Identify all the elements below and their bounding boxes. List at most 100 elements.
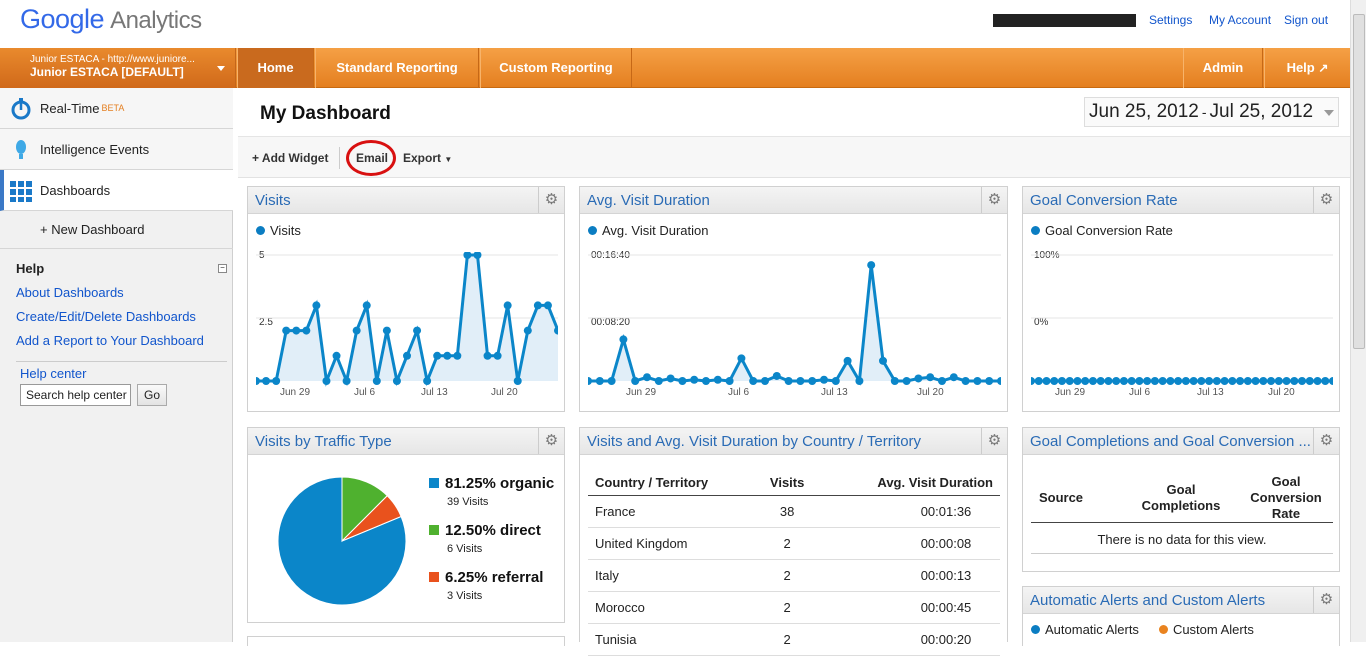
add-widget-button[interactable]: + Add Widget [252, 151, 328, 165]
data-point[interactable] [1096, 377, 1105, 385]
data-point[interactable] [1267, 377, 1276, 385]
account-selector[interactable]: Junior ESTACA - http://www.juniore... Ju… [0, 48, 236, 88]
help-search-input[interactable]: Search help center [20, 384, 131, 406]
column-header[interactable]: Avg. Visit Duration [818, 470, 1000, 496]
data-point[interactable] [761, 377, 769, 385]
help-link-create[interactable]: Create/Edit/Delete Dashboards [16, 309, 196, 324]
data-point[interactable] [1073, 377, 1082, 385]
sidebar-item-realtime[interactable]: Real-Time BETA [0, 88, 233, 129]
data-point[interactable] [503, 301, 512, 310]
data-point[interactable] [1034, 377, 1043, 385]
data-point[interactable] [1329, 377, 1333, 385]
data-point[interactable] [855, 377, 864, 385]
data-point[interactable] [867, 261, 876, 270]
data-point[interactable] [1042, 377, 1051, 385]
data-point[interactable] [322, 377, 331, 385]
data-point[interactable] [392, 377, 401, 385]
gear-icon[interactable]: ⚙ [981, 187, 1007, 213]
data-point[interactable] [332, 351, 341, 360]
collapse-icon[interactable]: − [218, 264, 227, 273]
date-range-picker[interactable]: Jun 25, 2012- Jul 25, 2012 [1084, 97, 1339, 127]
data-point[interactable] [961, 377, 970, 385]
scrollbar-thumb[interactable] [1353, 14, 1365, 349]
tab-standard-reporting[interactable]: Standard Reporting [315, 48, 479, 88]
data-point[interactable] [483, 351, 492, 360]
data-point[interactable] [654, 377, 663, 385]
data-point[interactable] [890, 377, 899, 385]
new-dashboard-link[interactable]: + New Dashboard [0, 211, 233, 249]
data-point[interactable] [1274, 377, 1283, 385]
data-point[interactable] [292, 326, 301, 335]
data-point[interactable] [1057, 377, 1066, 385]
data-point[interactable] [1197, 377, 1206, 385]
my-account-link[interactable]: My Account [1209, 13, 1271, 27]
data-point[interactable] [702, 377, 710, 385]
data-point[interactable] [272, 377, 281, 385]
data-point[interactable] [588, 377, 592, 385]
data-point[interactable] [997, 377, 1001, 385]
gear-icon[interactable]: ⚙ [1313, 428, 1339, 454]
data-point[interactable] [1158, 377, 1167, 385]
data-point[interactable] [926, 373, 935, 382]
gear-icon[interactable]: ⚙ [1313, 187, 1339, 213]
data-point[interactable] [1313, 377, 1322, 385]
data-point[interactable] [302, 326, 311, 335]
data-point[interactable] [619, 335, 628, 344]
data-point[interactable] [1050, 377, 1059, 385]
table-row[interactable]: Morocco 2 00:00:45 [588, 591, 1000, 624]
data-point[interactable] [879, 356, 887, 365]
data-point[interactable] [643, 373, 651, 382]
data-point[interactable] [1174, 377, 1183, 385]
data-point[interactable] [808, 377, 817, 385]
data-point[interactable] [312, 301, 321, 310]
data-point[interactable] [1189, 377, 1198, 385]
data-point[interactable] [678, 377, 687, 385]
data-point[interactable] [443, 351, 452, 360]
traffic-pie-chart[interactable] [272, 471, 412, 611]
data-point[interactable] [949, 373, 958, 382]
data-point[interactable] [1143, 377, 1152, 385]
data-point[interactable] [1251, 377, 1260, 385]
data-point[interactable] [523, 326, 532, 335]
data-point[interactable] [772, 371, 781, 380]
google-analytics-logo[interactable]: Google Analytics [20, 4, 202, 35]
data-point[interactable] [362, 301, 371, 310]
gear-icon[interactable]: ⚙ [538, 428, 564, 454]
data-point[interactable] [413, 326, 422, 335]
data-point[interactable] [725, 377, 734, 385]
data-point[interactable] [453, 351, 462, 360]
data-point[interactable] [1220, 377, 1229, 385]
gear-icon[interactable]: ⚙ [981, 428, 1007, 454]
data-point[interactable] [1127, 377, 1136, 385]
data-point[interactable] [1321, 377, 1330, 385]
data-point[interactable] [1298, 377, 1307, 385]
data-point[interactable] [513, 377, 522, 385]
data-point[interactable] [1181, 377, 1190, 385]
visits-line-chart[interactable] [256, 252, 558, 387]
help-link-add-report[interactable]: Add a Report to Your Dashboard [16, 333, 204, 348]
table-row[interactable]: United Kingdom 2 00:00:08 [588, 527, 1000, 560]
gear-icon[interactable]: ⚙ [1313, 587, 1339, 613]
column-header[interactable]: Source [1031, 490, 1091, 505]
column-header[interactable]: Visits [755, 470, 819, 496]
data-point[interactable] [1112, 377, 1121, 385]
data-point[interactable] [1081, 377, 1090, 385]
data-point[interactable] [820, 375, 828, 384]
data-point[interactable] [1150, 377, 1159, 385]
data-point[interactable] [1305, 377, 1314, 385]
tab-help[interactable]: Help ↗ [1264, 48, 1350, 88]
data-point[interactable] [938, 377, 946, 385]
data-point[interactable] [1031, 377, 1035, 385]
help-center-link[interactable]: Help center [20, 366, 86, 381]
data-point[interactable] [342, 377, 351, 385]
column-header[interactable]: Goal Conversion Rate [1239, 474, 1333, 522]
sign-out-link[interactable]: Sign out [1284, 13, 1328, 27]
tab-admin[interactable]: Admin [1183, 48, 1263, 88]
data-point[interactable] [973, 377, 982, 385]
tab-home[interactable]: Home [237, 48, 314, 88]
table-row[interactable]: Tunisia 2 00:00:20 [588, 623, 1000, 656]
data-point[interactable] [1259, 377, 1268, 385]
data-point[interactable] [737, 354, 746, 363]
data-point[interactable] [1282, 377, 1291, 385]
tab-custom-reporting[interactable]: Custom Reporting [480, 48, 632, 88]
